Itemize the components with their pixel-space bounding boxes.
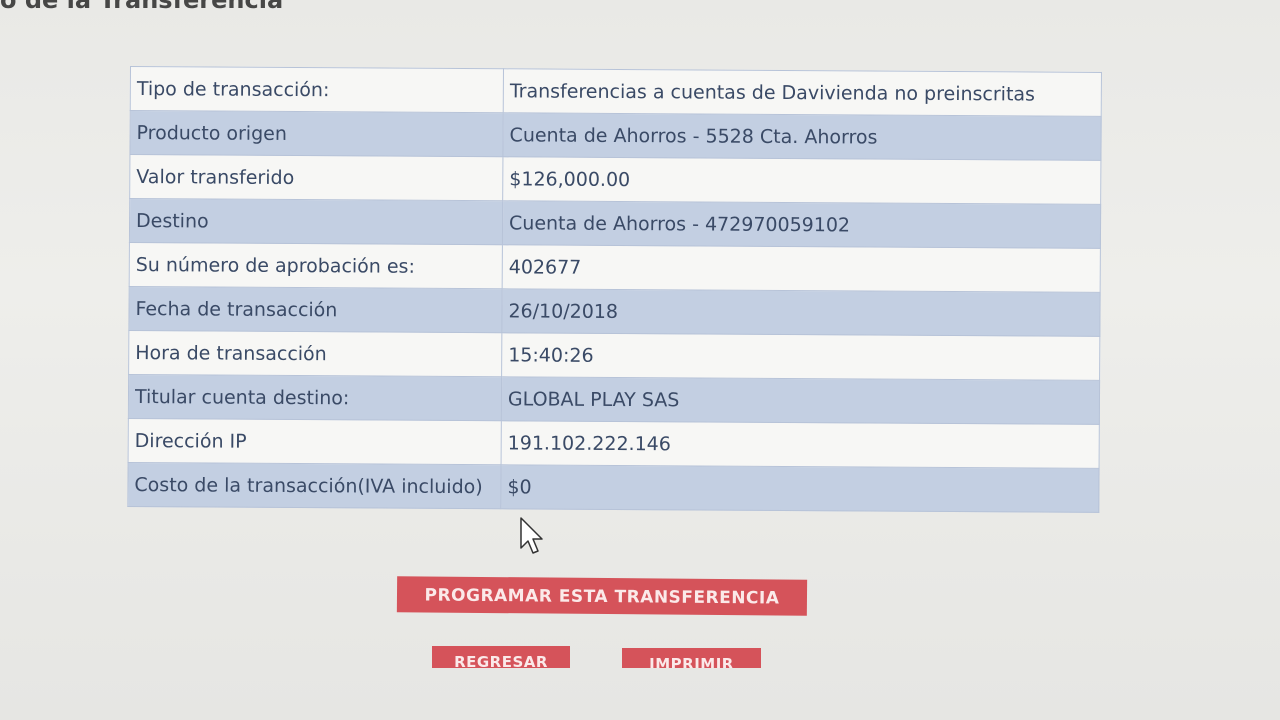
row-value: 402677 — [502, 244, 1101, 293]
row-label: Valor transferido — [129, 154, 503, 201]
row-value: $0 — [500, 464, 1100, 513]
row-value: 15:40:26 — [501, 332, 1100, 381]
page-title: o de la Transferencia — [0, 0, 284, 14]
row-value: Cuenta de Ahorros - 5528 Cta. Ahorros — [502, 112, 1102, 161]
row-label: Hora de transacción — [128, 330, 502, 377]
row-label: Su número de aprobación es: — [129, 242, 503, 289]
table-row: Costo de la transacción(IVA incluido) $0 — [127, 462, 1100, 513]
row-value: GLOBAL PLAY SAS — [501, 376, 1100, 425]
table-row: Valor transferido $126,000.00 — [129, 154, 1101, 205]
back-button[interactable]: REGRESAR — [432, 646, 570, 668]
row-value: Transferencias a cuentas de Davivienda n… — [503, 68, 1102, 117]
row-value: $126,000.00 — [502, 156, 1101, 205]
row-value: 191.102.222.146 — [501, 420, 1100, 469]
table-row: Producto origen Cuenta de Ahorros - 5528… — [129, 110, 1102, 161]
row-label: Tipo de transacción: — [130, 66, 504, 113]
row-label: Titular cuenta destino: — [128, 374, 502, 421]
row-label: Costo de la transacción(IVA incluido) — [127, 462, 502, 509]
row-label: Destino — [129, 198, 503, 245]
schedule-transfer-button[interactable]: PROGRAMAR ESTA TRANSFERENCIA — [396, 576, 808, 616]
print-button[interactable]: IMPRIMIR — [622, 648, 761, 668]
row-value: 26/10/2018 — [501, 288, 1101, 337]
row-value: Cuenta de Ahorros - 472970059102 — [502, 200, 1101, 249]
table-row: Dirección IP 191.102.222.146 — [128, 418, 1100, 469]
transaction-details-table: Tipo de transacción: Transferencias a cu… — [127, 66, 1102, 513]
row-label: Fecha de transacción — [128, 286, 503, 333]
table-row: Hora de transacción 15:40:26 — [128, 330, 1100, 381]
row-label: Producto origen — [129, 110, 504, 157]
mouse-pointer-icon — [520, 517, 543, 554]
table-row: Tipo de transacción: Transferencias a cu… — [130, 66, 1102, 117]
table-row: Su número de aprobación es: 402677 — [129, 242, 1101, 293]
row-label: Dirección IP — [128, 418, 502, 465]
table-row: Destino Cuenta de Ahorros - 472970059102 — [129, 198, 1101, 249]
table-row: Titular cuenta destino: GLOBAL PLAY SAS — [128, 374, 1100, 425]
table-row: Fecha de transacción 26/10/2018 — [128, 286, 1101, 337]
